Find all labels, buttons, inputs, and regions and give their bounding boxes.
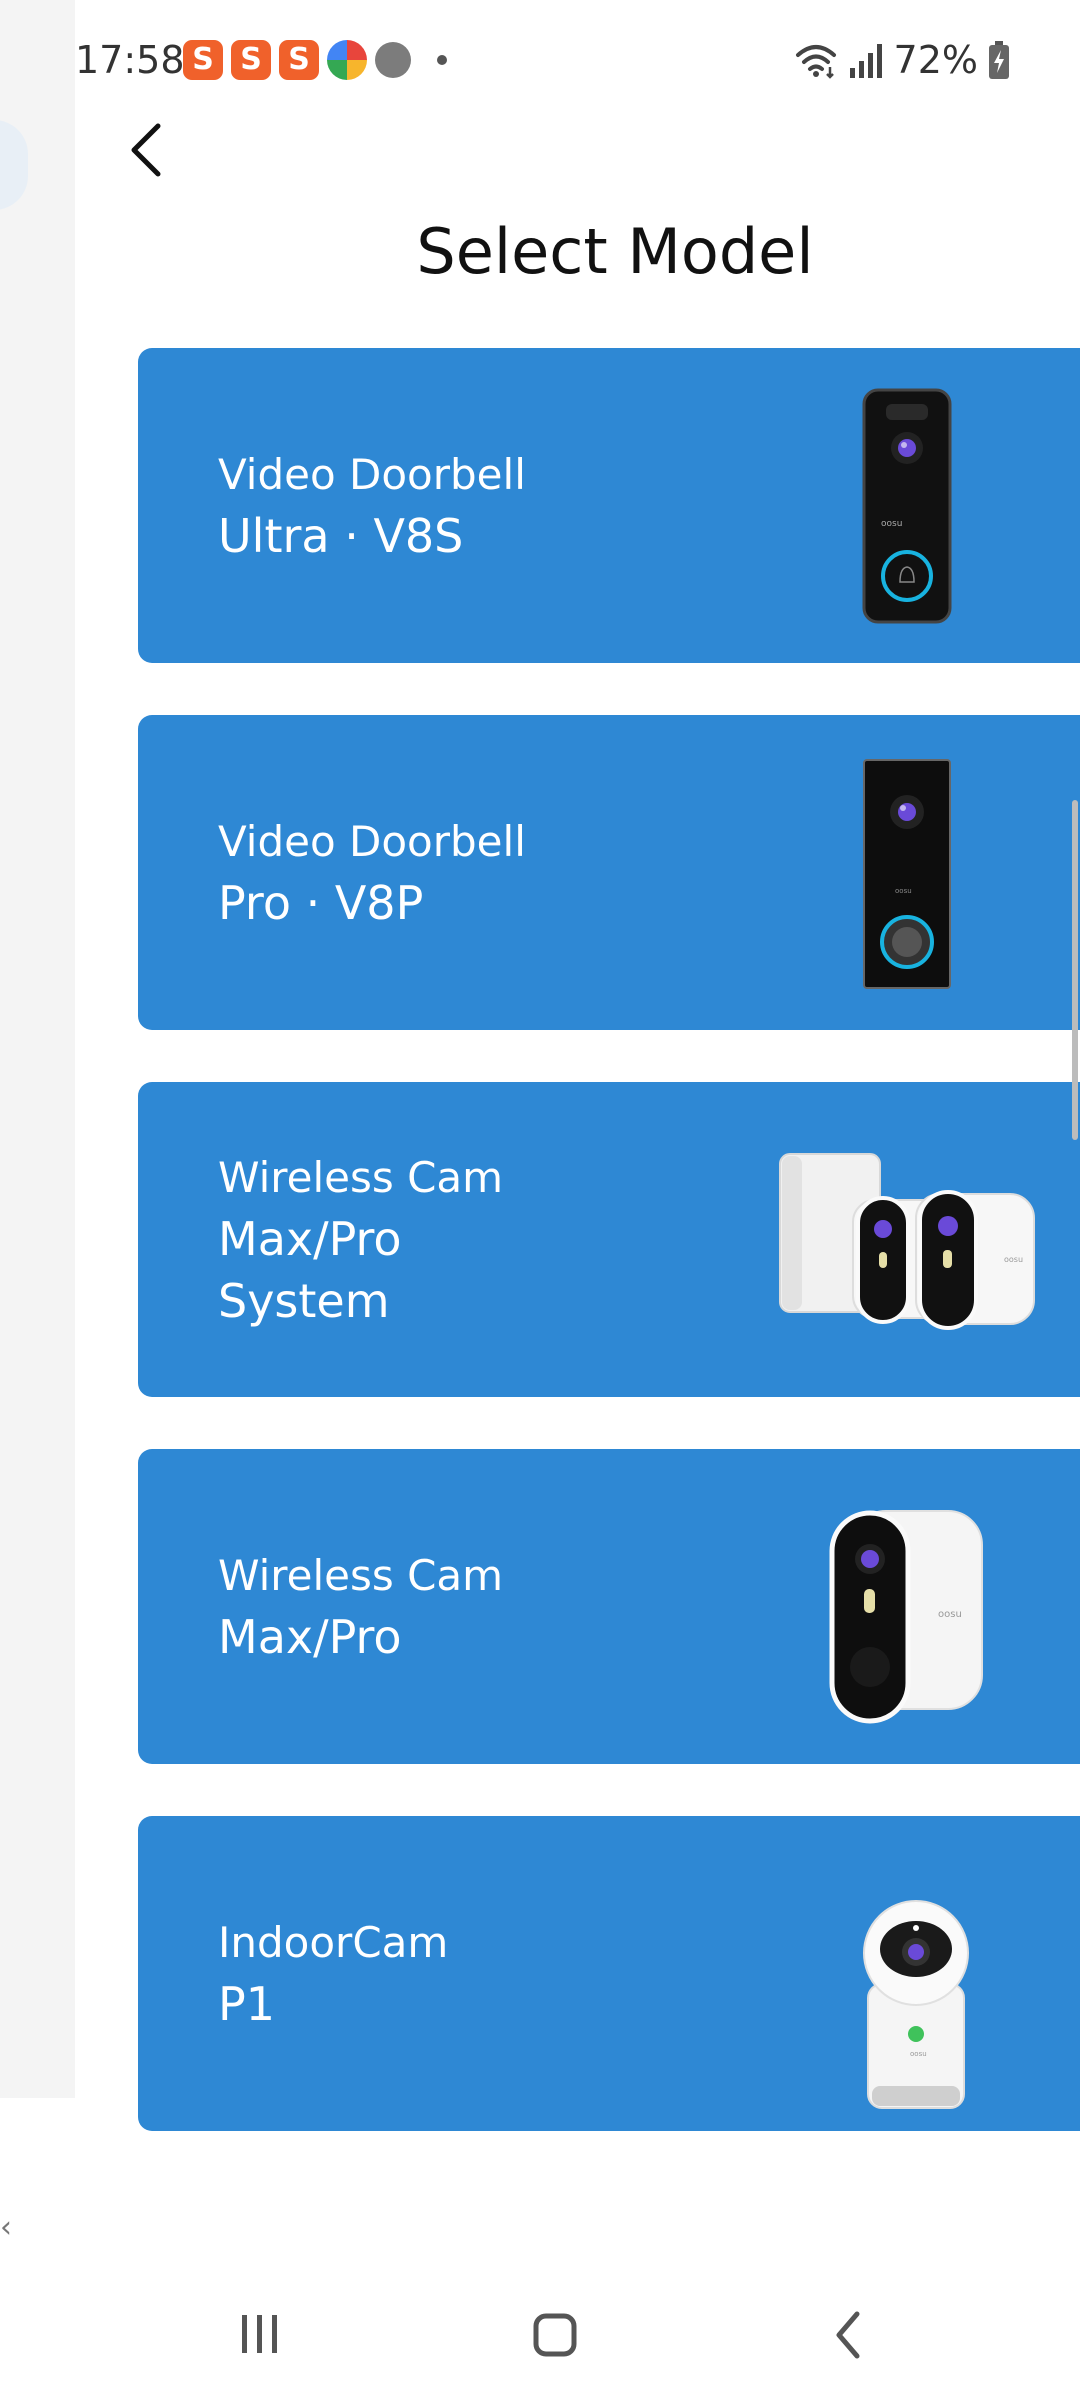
s-app-icon: S xyxy=(279,40,319,80)
chevron-left-icon xyxy=(131,123,161,177)
back-button[interactable] xyxy=(118,112,188,192)
brand-label: oosu xyxy=(938,1609,962,1620)
model-category: Wireless Cam xyxy=(218,1152,504,1202)
page-title: Select Model xyxy=(416,215,814,288)
brand-label: oosu xyxy=(881,519,902,529)
model-category: Video Doorbell xyxy=(218,816,526,866)
recent-apps-icon xyxy=(242,2315,277,2353)
battery-percentage: 72% xyxy=(893,38,978,82)
model-card-doorbell-ultra[interactable]: Video Doorbell Ultra · V8S oosu xyxy=(138,348,1080,663)
model-card-camera-system[interactable]: Wireless Cam Max/Pro System oosu xyxy=(138,1082,1080,1397)
model-text: Wireless Cam Max/Pro xyxy=(218,1449,503,1764)
back-icon xyxy=(836,2311,860,2359)
camera-system-image: oosu xyxy=(779,1153,1035,1330)
more-dot-icon xyxy=(437,55,447,65)
model-list: Video Doorbell Ultra · V8S oosu Video Do… xyxy=(138,348,1080,2183)
previous-screen-mark: ‹ xyxy=(0,2210,12,2245)
status-bar: 17:58 S S S 72% xyxy=(75,30,1010,94)
indoor-camera-image: oosu xyxy=(863,1900,969,2109)
model-name: P1 xyxy=(218,1976,276,2031)
doorbell-pro-image: oosu xyxy=(863,759,951,989)
model-name: Ultra · V8S xyxy=(218,508,464,563)
model-card-doorbell-pro[interactable]: Video Doorbell Pro · V8P oosu xyxy=(138,715,1080,1030)
s-app-icon: S xyxy=(231,40,271,80)
gray-app-icon xyxy=(375,42,411,78)
previous-screen-panel xyxy=(0,0,75,2098)
home-button[interactable] xyxy=(510,2290,600,2380)
notification-icons: S S S xyxy=(183,40,447,80)
previous-screen-bubble xyxy=(0,120,28,210)
navigation-bar xyxy=(75,2290,1080,2380)
status-right: 72% xyxy=(794,38,1010,82)
status-time: 17:58 xyxy=(75,38,185,82)
model-card-wireless-camera[interactable]: Wireless Cam Max/Pro oosu xyxy=(138,1449,1080,1764)
signal-icon xyxy=(849,44,882,78)
model-category: IndoorCam xyxy=(218,1917,449,1967)
battery-charging-icon xyxy=(989,41,1009,79)
recent-apps-button[interactable] xyxy=(215,2290,305,2380)
wifi-icon xyxy=(795,45,836,79)
model-text: IndoorCam P1 xyxy=(218,1816,448,2131)
nav-back-button[interactable] xyxy=(805,2290,895,2380)
scrollbar[interactable] xyxy=(1072,800,1078,1140)
model-name: Pro · V8P xyxy=(218,875,424,930)
brand-label: oosu xyxy=(910,2050,927,2058)
model-card-indoor-camera[interactable]: IndoorCam P1 oosu xyxy=(138,1816,1080,2131)
model-name-extra: System xyxy=(218,1273,390,1328)
model-text: Video Doorbell Pro · V8P xyxy=(218,715,526,1030)
model-text: Video Doorbell Ultra · V8S xyxy=(218,348,526,663)
model-name: Max/Pro xyxy=(218,1609,402,1664)
model-text: Wireless Cam Max/Pro System xyxy=(218,1082,503,1397)
brand-label: oosu xyxy=(1004,1255,1023,1264)
wireless-camera-image: oosu xyxy=(829,1510,983,1724)
colorful-app-icon xyxy=(327,40,367,80)
model-category: Wireless Cam xyxy=(218,1550,504,1600)
brand-label: oosu xyxy=(895,887,912,895)
model-category: Video Doorbell xyxy=(218,449,526,499)
s-app-icon: S xyxy=(183,40,223,80)
doorbell-ultra-image: oosu xyxy=(862,388,952,624)
model-name: Max/Pro xyxy=(218,1211,402,1266)
home-icon xyxy=(533,2313,577,2357)
